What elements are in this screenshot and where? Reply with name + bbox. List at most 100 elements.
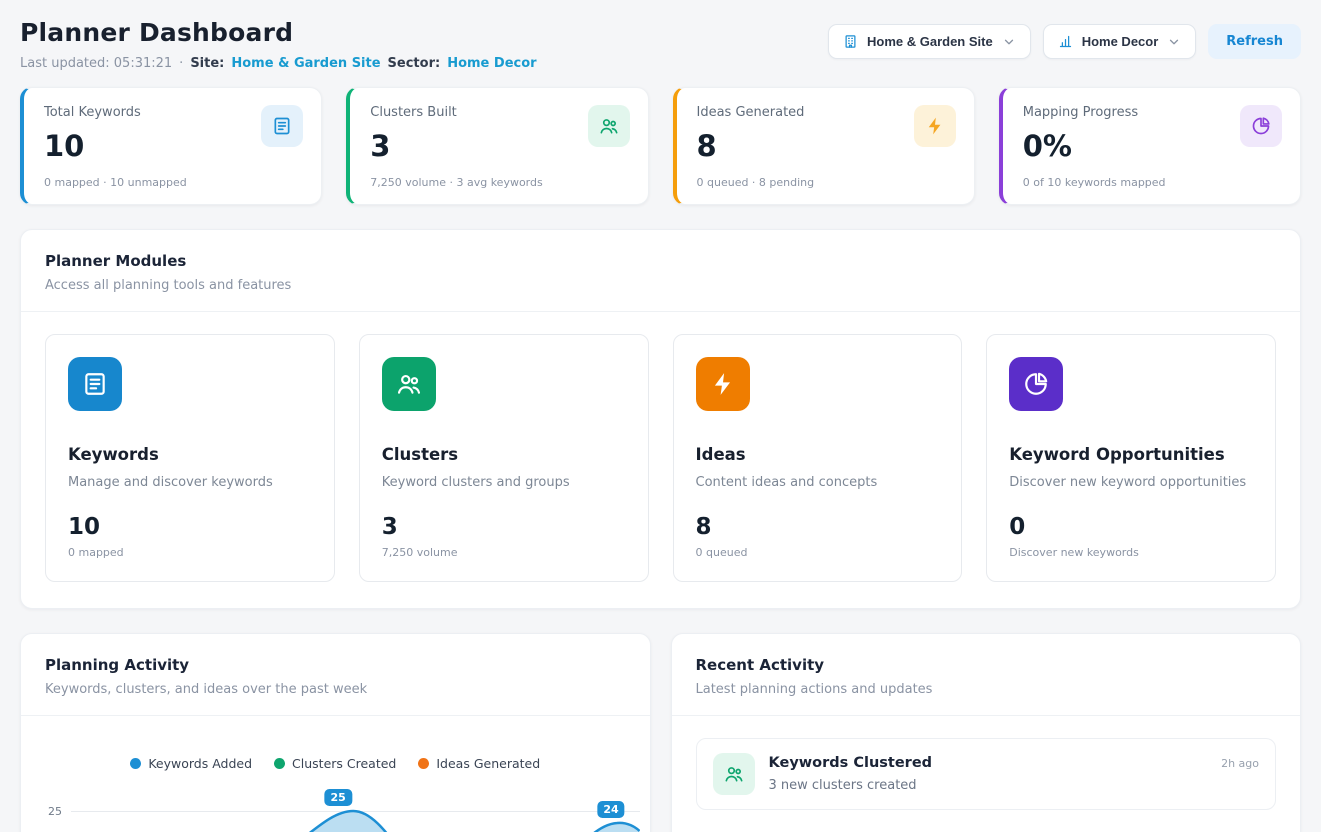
site-link[interactable]: Home & Garden Site (231, 56, 380, 71)
module-value: 8 (696, 514, 940, 540)
stat-main: Mapping Progress 0% 0 of 10 keywords map… (1023, 105, 1166, 189)
stat-main: Ideas Generated 8 0 queued · 8 pending (697, 105, 815, 189)
planning-activity-head: Planning Activity Keywords, clusters, an… (21, 634, 650, 715)
module-card-clusters[interactable]: Clusters Keyword clusters and groups 3 7… (359, 334, 649, 582)
pie-chart-icon (1240, 105, 1282, 147)
activity-timestamp: 2h ago (1221, 757, 1259, 770)
sector-label: Sector: (388, 56, 441, 71)
pie-chart-icon (1009, 357, 1063, 411)
recent-activity-head: Recent Activity Latest planning actions … (672, 634, 1301, 715)
header-actions: Home & Garden Site Home Decor Refresh (828, 24, 1301, 59)
stat-card-mapping-progress: Mapping Progress 0% 0 of 10 keywords map… (999, 87, 1301, 205)
chart-y-axis: 25 (39, 785, 71, 832)
list-item-keywords-clustered[interactable]: Keywords Clustered 3 new clusters create… (696, 738, 1277, 810)
activity-chart: 25 25 24 (21, 785, 650, 832)
activity-body: Keywords Clustered 3 new clusters create… (769, 753, 1208, 793)
bottom-row: Planning Activity Keywords, clusters, an… (20, 609, 1301, 832)
activity-title: Keywords Clustered (769, 755, 1208, 771)
module-description: Keyword clusters and groups (382, 475, 626, 490)
stat-card-ideas-generated: Ideas Generated 8 0 queued · 8 pending (673, 87, 975, 205)
activity-description: 3 new clusters created (769, 778, 1208, 793)
chevron-down-icon (1167, 35, 1181, 49)
planner-modules-head: Planner Modules Access all planning tool… (21, 230, 1300, 311)
stat-value: 3 (370, 129, 542, 163)
chart-plot-area: 25 24 (71, 785, 640, 832)
module-title: Keyword Opportunities (1009, 445, 1253, 464)
legend-dot (130, 758, 141, 769)
legend-dot (418, 758, 429, 769)
panel-subtitle: Access all planning tools and features (45, 278, 1276, 293)
module-value: 3 (382, 514, 626, 540)
site-selector-dropdown[interactable]: Home & Garden Site (828, 24, 1031, 59)
planning-activity-panel: Planning Activity Keywords, clusters, an… (20, 633, 651, 832)
legend-item-ideas-generated: Ideas Generated (418, 756, 540, 771)
refresh-button[interactable]: Refresh (1208, 24, 1301, 59)
legend-item-clusters-created: Clusters Created (274, 756, 396, 771)
module-card-keywords[interactable]: Keywords Manage and discover keywords 10… (45, 334, 335, 582)
bolt-icon (914, 105, 956, 147)
page-title: Planner Dashboard (20, 18, 537, 47)
module-title: Clusters (382, 445, 626, 464)
stat-value: 0% (1023, 129, 1166, 163)
last-updated-text: Last updated: 05:31:21 (20, 56, 172, 71)
bolt-icon (696, 357, 750, 411)
legend-label: Ideas Generated (436, 756, 540, 771)
module-subtext: Discover new keywords (1009, 546, 1253, 559)
stat-value: 8 (697, 129, 815, 163)
document-icon (261, 105, 303, 147)
stat-card-total-keywords: Total Keywords 10 0 mapped · 10 unmapped (20, 87, 322, 205)
module-value: 10 (68, 514, 312, 540)
stat-label: Ideas Generated (697, 105, 815, 120)
users-icon (713, 753, 755, 795)
stat-subtext: 0 queued · 8 pending (697, 176, 815, 189)
stat-subtext: 0 of 10 keywords mapped (1023, 176, 1166, 189)
sector-selector-label: Home Decor (1082, 34, 1159, 49)
users-icon (382, 357, 436, 411)
module-description: Discover new keyword opportunities (1009, 475, 1253, 490)
bar-chart-icon (1058, 34, 1073, 49)
meta-separator: · (179, 56, 183, 71)
stats-row: Total Keywords 10 0 mapped · 10 unmapped… (20, 87, 1301, 205)
activity-list: Keywords Clustered 3 new clusters create… (672, 716, 1301, 832)
point-label: 24 (597, 801, 624, 818)
module-title: Ideas (696, 445, 940, 464)
module-card-keyword-opportunities[interactable]: Keyword Opportunities Discover new keywo… (986, 334, 1276, 582)
stat-value: 10 (44, 129, 187, 163)
module-title: Keywords (68, 445, 312, 464)
stat-label: Clusters Built (370, 105, 542, 120)
modules-grid: Keywords Manage and discover keywords 10… (21, 312, 1300, 608)
y-axis-tick: 25 (39, 805, 62, 818)
planner-dashboard-page: Planner Dashboard Last updated: 05:31:21… (0, 0, 1321, 832)
stat-subtext: 7,250 volume · 3 avg keywords (370, 176, 542, 189)
stat-label: Mapping Progress (1023, 105, 1166, 120)
area-series-keywords-added (71, 785, 640, 832)
header-left: Planner Dashboard Last updated: 05:31:21… (20, 18, 537, 71)
divider (21, 715, 650, 716)
legend-item-keywords-added: Keywords Added (130, 756, 252, 771)
building-icon (843, 34, 858, 49)
module-subtext: 0 queued (696, 546, 940, 559)
site-selector-label: Home & Garden Site (867, 34, 993, 49)
site-label: Site: (190, 56, 224, 71)
legend-dot (274, 758, 285, 769)
users-icon (588, 105, 630, 147)
legend-label: Keywords Added (148, 756, 252, 771)
recent-activity-panel: Recent Activity Latest planning actions … (671, 633, 1302, 832)
module-value: 0 (1009, 514, 1253, 540)
sector-selector-dropdown[interactable]: Home Decor (1043, 24, 1197, 59)
chart-legend: Keywords Added Clusters Created Ideas Ge… (21, 756, 650, 771)
document-icon (68, 357, 122, 411)
module-card-ideas[interactable]: Ideas Content ideas and concepts 8 0 que… (673, 334, 963, 582)
meta-line: Last updated: 05:31:21 · Site: Home & Ga… (20, 56, 537, 71)
header: Planner Dashboard Last updated: 05:31:21… (20, 18, 1301, 71)
stat-label: Total Keywords (44, 105, 187, 120)
panel-title: Planning Activity (45, 656, 626, 674)
sector-link[interactable]: Home Decor (447, 56, 536, 71)
planner-modules-panel: Planner Modules Access all planning tool… (20, 229, 1301, 609)
module-description: Manage and discover keywords (68, 475, 312, 490)
panel-subtitle: Latest planning actions and updates (696, 682, 1277, 697)
stat-card-clusters-built: Clusters Built 3 7,250 volume · 3 avg ke… (346, 87, 648, 205)
panel-subtitle: Keywords, clusters, and ideas over the p… (45, 682, 626, 697)
point-label: 25 (325, 789, 352, 806)
chevron-down-icon (1002, 35, 1016, 49)
